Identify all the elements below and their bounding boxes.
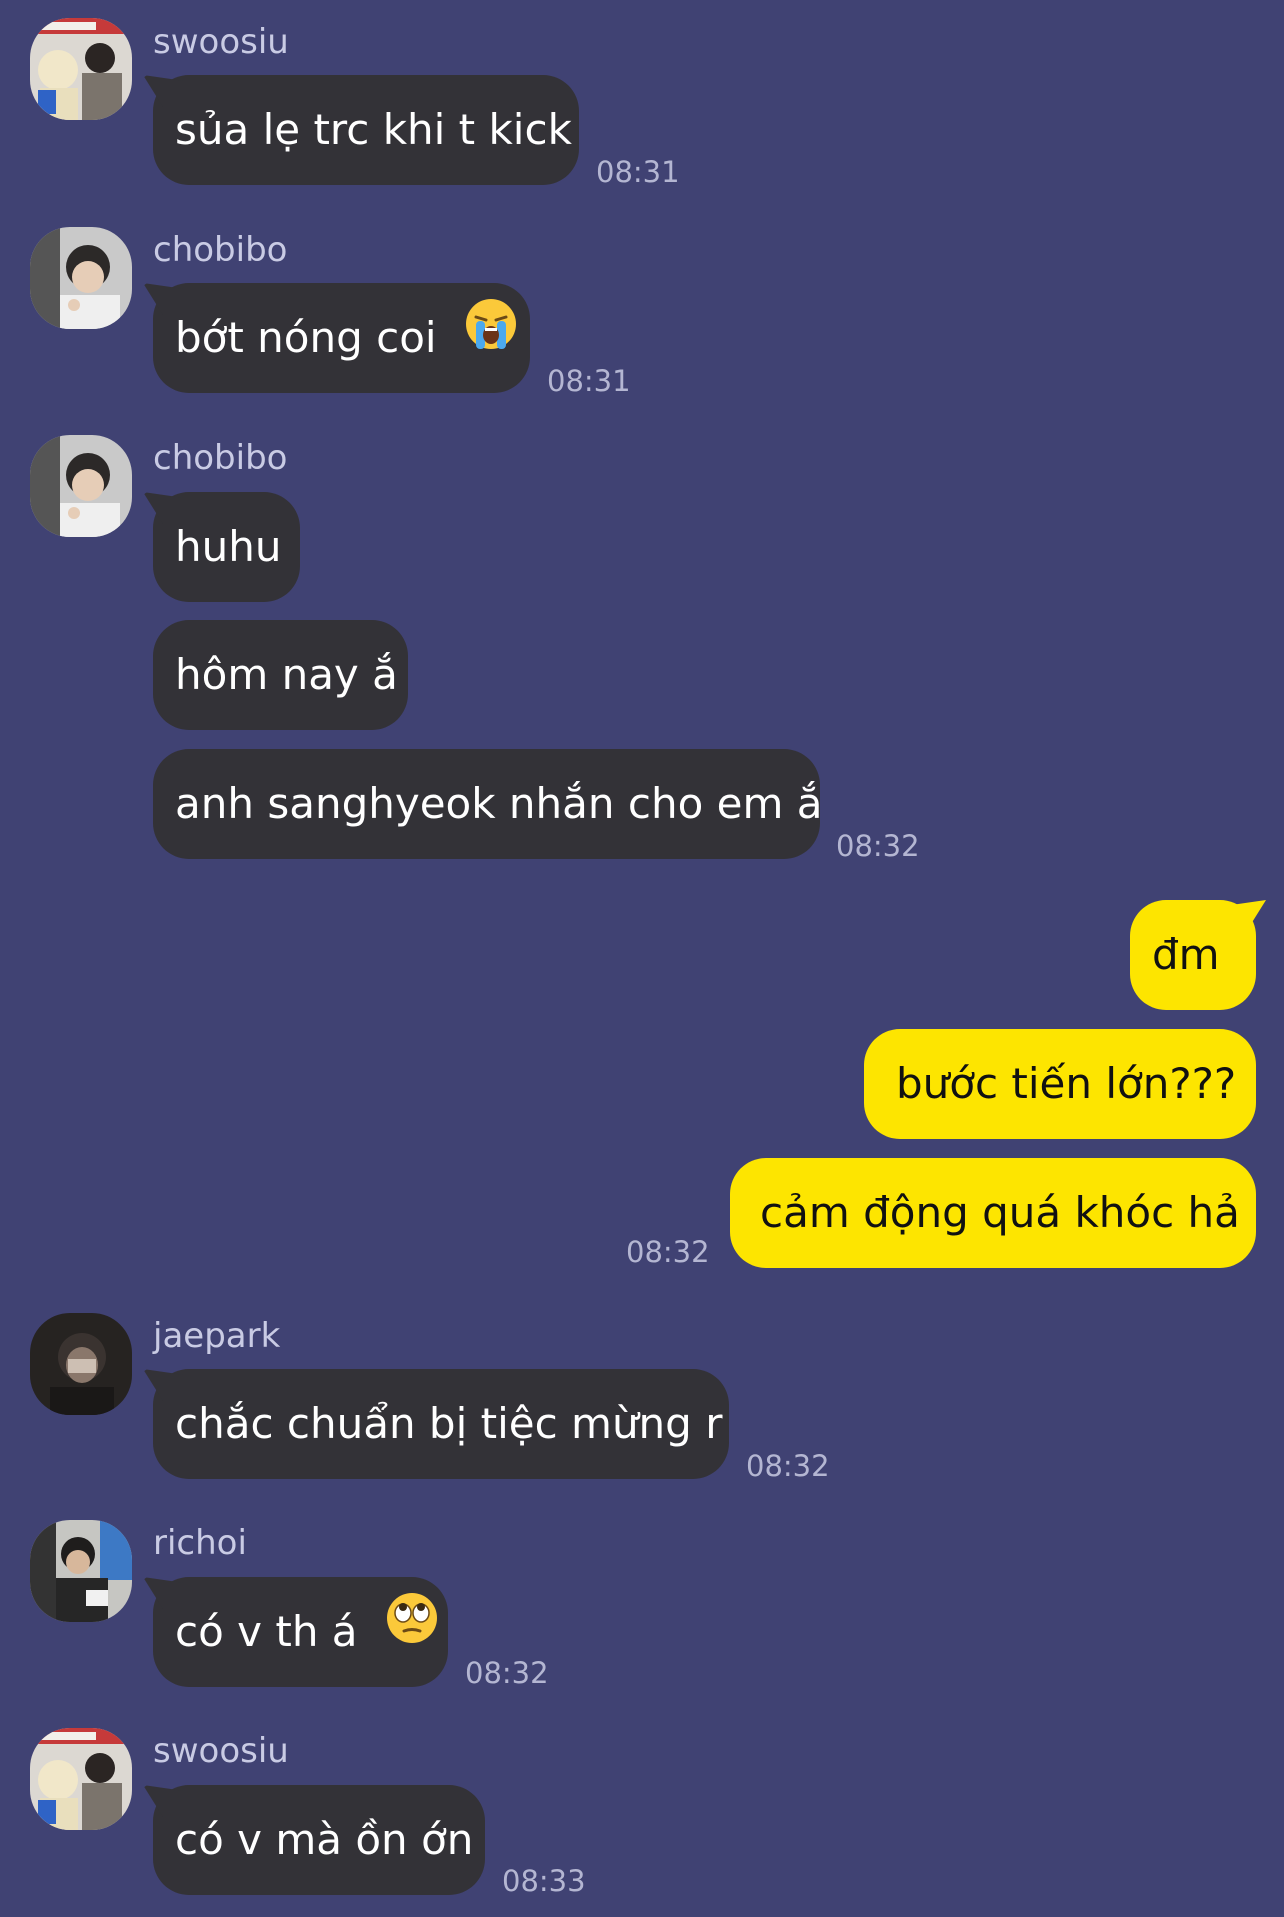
message-bubble[interactable]: anh sanghyeok nhắn cho em ắ: [153, 749, 822, 859]
avatar-chobibo[interactable]: [30, 435, 132, 537]
avatar-richoi[interactable]: [30, 1520, 132, 1622]
sender-name: swoosiu: [153, 22, 289, 62]
face-with-rolling-eyes-icon: [385, 1576, 439, 1686]
avatar-swoosiu[interactable]: [30, 18, 132, 120]
avatar-jaepark[interactable]: [30, 1313, 132, 1415]
message-text: có v th á: [175, 1607, 358, 1656]
message-timestamp: 08:31: [547, 364, 631, 398]
sender-name: richoi: [153, 1523, 247, 1563]
outgoing-message-bubble[interactable]: bước tiến lớn???: [864, 1029, 1256, 1139]
message-bubble[interactable]: hôm nay ắ: [153, 620, 408, 730]
sender-name: jaepark: [153, 1316, 281, 1356]
sender-name: swoosiu: [153, 1731, 289, 1771]
outgoing-message-bubble[interactable]: đm: [1130, 900, 1256, 1010]
outgoing-message-bubble[interactable]: cảm động quá khóc hả: [730, 1158, 1256, 1268]
message-bubble[interactable]: chắc chuẩn bị tiệc mừng r: [153, 1369, 729, 1479]
sender-name: chobibo: [153, 438, 288, 478]
message-bubble[interactable]: sủa lẹ trc khi t kick: [153, 75, 579, 185]
sender-name: chobibo: [153, 230, 288, 270]
message-bubble[interactable]: có v mà ồn ớn: [153, 1785, 485, 1895]
message-timestamp: 08:32: [746, 1449, 830, 1483]
message-bubble[interactable]: huhu: [153, 492, 300, 602]
message-bubble[interactable]: có v th á: [153, 1577, 448, 1687]
loudly-crying-face-icon: [464, 282, 518, 392]
message-bubble[interactable]: bớt nóng coi: [153, 283, 530, 393]
message-text: bớt nóng coi: [175, 313, 437, 362]
message-timestamp: 08:33: [502, 1864, 586, 1898]
avatar-chobibo[interactable]: [30, 227, 132, 329]
avatar-swoosiu[interactable]: [30, 1728, 132, 1830]
message-timestamp: 08:32: [836, 829, 920, 863]
message-timestamp: 08:32: [465, 1656, 549, 1690]
message-timestamp: 08:31: [596, 155, 680, 189]
message-timestamp: 08:32: [626, 1235, 710, 1269]
